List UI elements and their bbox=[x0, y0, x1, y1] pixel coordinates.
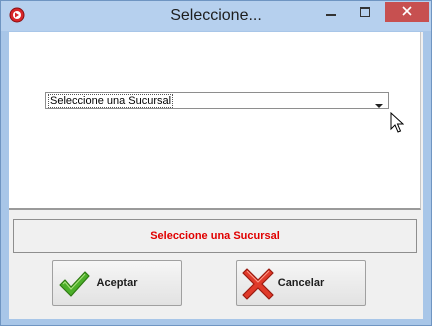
cancel-button[interactable]: Cancelar bbox=[236, 260, 366, 306]
close-button[interactable] bbox=[385, 2, 429, 22]
minimize-icon bbox=[326, 4, 336, 22]
selection-panel: Seleccione una Sucursal bbox=[9, 32, 421, 210]
title-bar[interactable]: Seleccione... bbox=[1, 1, 431, 31]
dialog-window: Seleccione... Seleccione una Sucursal Se… bbox=[0, 0, 432, 326]
chevron-down-icon[interactable] bbox=[374, 97, 384, 108]
branch-select-value: Seleccione una Sucursal bbox=[48, 94, 174, 108]
accept-button-label: Aceptar bbox=[96, 277, 138, 289]
cancel-button-label: Cancelar bbox=[277, 277, 325, 289]
status-message: Seleccione una Sucursal bbox=[150, 230, 280, 242]
maximize-button[interactable] bbox=[351, 2, 379, 24]
status-message-box: Seleccione una Sucursal bbox=[13, 219, 417, 253]
close-icon bbox=[402, 3, 412, 21]
minimize-button[interactable] bbox=[317, 2, 345, 24]
mouse-cursor-icon bbox=[390, 111, 405, 134]
branch-select[interactable]: Seleccione una Sucursal bbox=[45, 92, 389, 109]
accept-button[interactable]: Aceptar bbox=[52, 260, 182, 306]
client-area: Seleccione una Sucursal Seleccione una S… bbox=[9, 32, 423, 319]
maximize-icon bbox=[360, 4, 370, 22]
